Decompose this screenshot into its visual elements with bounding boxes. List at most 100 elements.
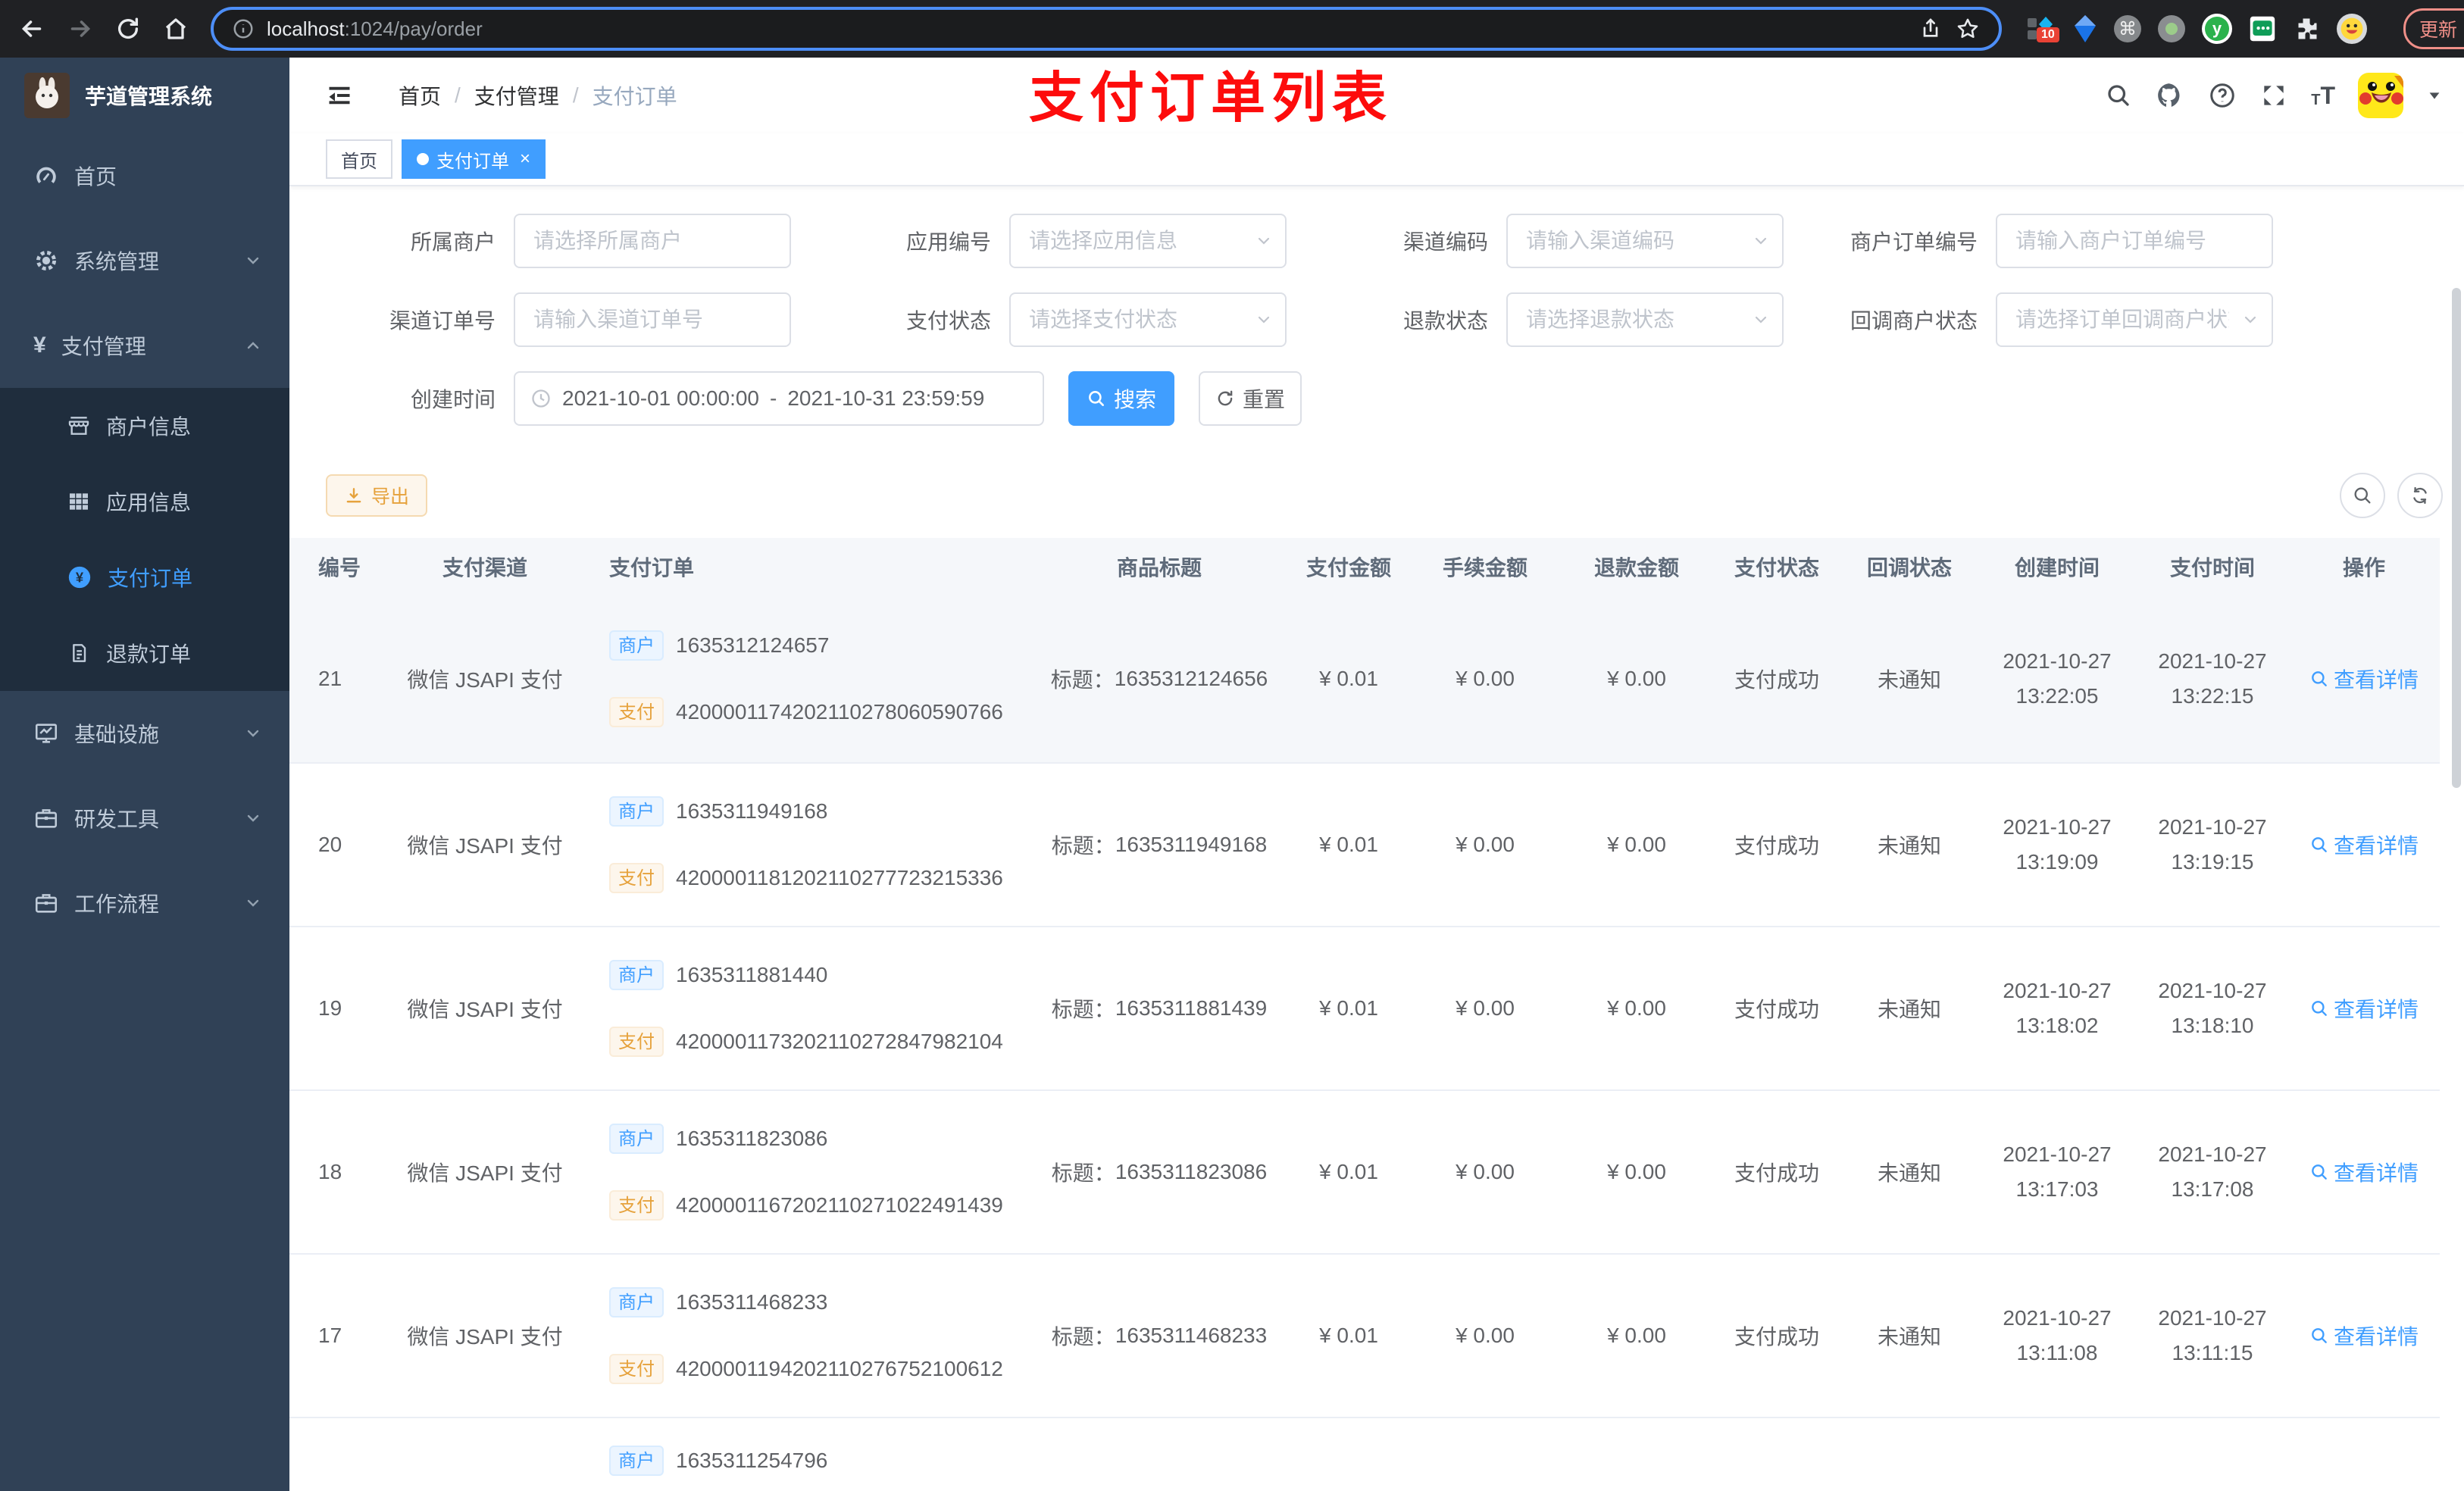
ext-y-icon[interactable]: y (2202, 14, 2232, 44)
reload-icon[interactable] (115, 16, 141, 42)
url-text: localhost:1024/pay/order (267, 17, 483, 40)
filter-row-2: 渠道订单号 支付状态 退款状态 回调商户状态 (326, 292, 2464, 347)
search-button[interactable]: 搜索 (1068, 371, 1174, 426)
tab-pay-order[interactable]: 支付订单 × (402, 139, 546, 179)
sidebar-item-refund-order[interactable]: 退款订单 (0, 615, 289, 691)
channel-code-select[interactable] (1506, 214, 1784, 268)
export-button[interactable]: 导出 (326, 474, 428, 517)
site-info-icon[interactable] (232, 17, 255, 40)
sidebar-item-pay-order[interactable]: ¥ 支付订单 (0, 539, 289, 615)
pay-tag: 支付 (609, 697, 664, 727)
tab-home[interactable]: 首页 (326, 139, 392, 179)
table-tools (2340, 473, 2443, 518)
close-icon[interactable]: × (520, 150, 530, 168)
refund-status-select[interactable] (1506, 292, 1784, 347)
url-bar[interactable]: localhost:1024/pay/order (211, 7, 2002, 51)
filter-notify-status: 回调商户状态 (1793, 292, 2273, 347)
gear-icon (36, 250, 57, 271)
briefcase-icon (35, 894, 58, 913)
refresh-table-button[interactable] (2397, 473, 2443, 518)
scrollbar-thumb[interactable] (2452, 288, 2461, 788)
document-icon (73, 644, 86, 662)
show-search-button[interactable] (2340, 473, 2385, 518)
bookmark-star-icon[interactable] (1955, 16, 1981, 42)
merchant-tag: 商户 (609, 1287, 664, 1318)
home-icon[interactable] (162, 15, 189, 42)
sidebar-submenu-pay: 商户信息 应用信息 ¥ 支付订单 退款订单 (0, 388, 289, 691)
filter-refund-status: 退款状态 (1315, 292, 1784, 347)
avatar[interactable] (2358, 73, 2403, 118)
sidebar-item-home[interactable]: 首页 (0, 133, 289, 218)
app-title: 芋道管理系统 (85, 85, 213, 108)
sidebar-item-pay[interactable]: ¥ 支付管理 (0, 303, 289, 388)
forward-icon[interactable] (67, 15, 94, 42)
table-row: 18 微信 JSAPI 支付 商户 1635311823086 支付 4200001… (289, 1091, 2440, 1255)
merchant-tag: 商户 (609, 1124, 664, 1154)
sidebar-item-infra[interactable]: 基础设施 (0, 691, 289, 776)
sidebar-item-app-info[interactable]: 应用信息 (0, 464, 289, 539)
search-icon (2354, 487, 2371, 504)
screen: localhost:1024/pay/order 10 ⌘ y 更新 芋道管理系… (0, 0, 2464, 1491)
yen-icon: ¥ (33, 333, 46, 358)
page-content: 所属商户 应用编号 渠道编码 商户订单编号 (289, 186, 2464, 1491)
status-badge: 支付成功 (1734, 834, 1819, 858)
breadcrumb-pay[interactable]: 支付管理 (474, 80, 559, 111)
reset-button[interactable]: 重置 (1199, 371, 1302, 426)
pay-status-select[interactable] (1009, 292, 1287, 347)
view-detail-link[interactable]: 查看详情 (2309, 1157, 2419, 1187)
view-detail-link[interactable]: 查看详情 (2309, 830, 2419, 860)
help-icon[interactable] (2208, 81, 2237, 110)
ext-command-icon[interactable]: ⌘ (2114, 15, 2141, 42)
view-detail-link[interactable]: 查看详情 (2309, 664, 2419, 694)
github-icon[interactable] (2155, 80, 2185, 111)
search-icon[interactable] (2105, 82, 2132, 109)
ext-puzzle-icon[interactable] (2293, 15, 2320, 42)
ext-badge: 10 (2037, 27, 2059, 42)
font-size-icon[interactable]: TT (2311, 83, 2335, 108)
logo-image (24, 73, 70, 118)
back-icon[interactable] (18, 15, 45, 42)
sidebar-item-merchant-info[interactable]: 商户信息 (0, 388, 289, 464)
filter-pay-status: 支付状态 (818, 292, 1287, 347)
clock-icon (532, 389, 550, 408)
table-toolbar: 导出 (326, 473, 2443, 518)
merchant-input[interactable] (514, 214, 791, 268)
app-logo: 芋道管理系统 (0, 58, 289, 133)
grid-icon (70, 493, 88, 510)
ext-dot-icon[interactable] (2158, 15, 2185, 42)
refresh-cycle-icon (2413, 486, 2427, 505)
share-icon[interactable] (1918, 17, 1943, 41)
sidebar-item-devtool[interactable]: 研发工具 (0, 776, 289, 861)
caret-down-icon[interactable] (2426, 87, 2443, 104)
app-select[interactable] (1009, 214, 1287, 268)
briefcase-icon (35, 809, 58, 828)
ext-gem-icon[interactable] (2073, 14, 2097, 44)
update-button[interactable]: 更新 (2403, 8, 2464, 49)
filter-row-3: 创建时间 2021-10-01 00:00:00 - 2021-10-31 23… (326, 371, 2464, 426)
search-icon (2312, 671, 2327, 686)
sidebar-fold-icon[interactable] (326, 82, 353, 109)
channel-order-no-input[interactable] (514, 292, 791, 347)
date-range-input[interactable]: 2021-10-01 00:00:00 - 2021-10-31 23:59:5… (514, 371, 1044, 426)
search-icon (2312, 1164, 2327, 1180)
profile-emoji-icon[interactable] (2337, 14, 2367, 44)
fullscreen-icon[interactable] (2259, 81, 2288, 110)
chevron-down-icon (1255, 311, 1273, 329)
status-badge: 支付成功 (1734, 1325, 1819, 1349)
notify-status-select[interactable] (1996, 292, 2273, 347)
view-detail-link[interactable]: 查看详情 (2309, 1321, 2419, 1351)
refresh-icon (1218, 390, 1233, 406)
svg-text:¥: ¥ (76, 569, 84, 585)
table-row: 19 微信 JSAPI 支付 商户 1635311881440 支付 4200001… (289, 927, 2440, 1091)
navbar-actions: TT (2105, 73, 2443, 118)
merchant-order-no-input[interactable] (1996, 214, 2273, 268)
ext-chat-icon[interactable] (2249, 15, 2276, 42)
sidebar-item-system[interactable]: 系统管理 (0, 218, 289, 303)
tags-view: 首页 支付订单 × (289, 133, 2464, 186)
ext-diamond-icon[interactable]: 10 (2026, 14, 2059, 44)
sidebar-item-workflow[interactable]: 工作流程 (0, 861, 289, 946)
shop-icon (68, 417, 89, 435)
pay-tag: 支付 (609, 1354, 664, 1384)
breadcrumb-home[interactable]: 首页 (399, 80, 441, 111)
view-detail-link[interactable]: 查看详情 (2309, 993, 2419, 1024)
